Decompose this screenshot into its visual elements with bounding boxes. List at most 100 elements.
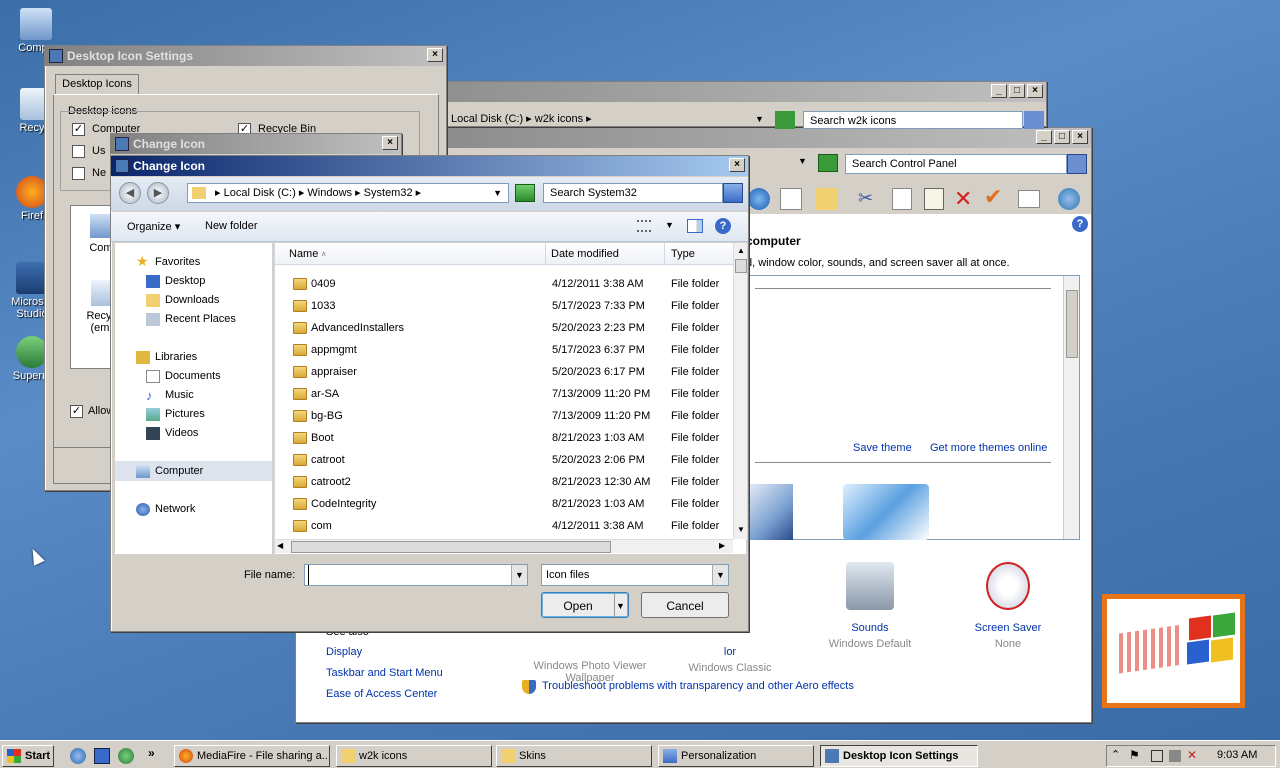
nav-documents[interactable]: Documents: [146, 367, 221, 386]
w2k-search-input[interactable]: Search w2k icons: [803, 111, 1023, 129]
nav-desktop[interactable]: Desktop: [146, 272, 205, 291]
cut-icon[interactable]: ✂: [858, 188, 880, 210]
change-icon-small-titlebar[interactable]: Change Icon ×: [111, 134, 401, 154]
file-row[interactable]: catroot2 8/21/2023 12:30 AM File folder: [275, 471, 733, 493]
theme-thumbnail-1[interactable]: [747, 484, 793, 540]
system32-search-input[interactable]: Search System32: [543, 183, 723, 203]
quicklaunch-ie-icon[interactable]: [70, 748, 86, 764]
file-row[interactable]: ar-SA 7/13/2009 11:20 PM File folder: [275, 383, 733, 405]
file-row[interactable]: com 4/12/2011 3:38 AM File folder: [275, 515, 733, 537]
address-dropdown-icon[interactable]: ▼: [798, 156, 807, 166]
see-also-ease-of-access[interactable]: Ease of Access Center: [326, 688, 437, 700]
delete-icon[interactable]: ✕: [954, 186, 972, 212]
nav-videos[interactable]: Videos: [146, 424, 198, 443]
checkmark-icon[interactable]: ✔: [984, 184, 1002, 210]
clock[interactable]: 9:03 AM: [1217, 749, 1257, 761]
folder-check-icon[interactable]: [816, 188, 838, 210]
control-panel-search-input[interactable]: Search Control Panel: [845, 154, 1067, 174]
column-name[interactable]: Name ˄: [275, 243, 546, 265]
help-icon[interactable]: ?: [715, 218, 731, 234]
sounds-item[interactable]: Sounds Windows Default: [820, 562, 920, 650]
address-dropdown-icon[interactable]: ▼: [755, 114, 764, 124]
filetype-select[interactable]: Icon files ▼: [541, 564, 729, 586]
forward-button[interactable]: ▶: [147, 182, 169, 204]
quicklaunch-desktop-icon[interactable]: [94, 748, 110, 764]
refresh-icon[interactable]: [515, 184, 535, 202]
nav-downloads[interactable]: Downloads: [146, 291, 219, 310]
screen-saver-item[interactable]: Screen Saver None: [958, 562, 1058, 650]
address-bar[interactable]: ▸ Local Disk (C:) ▸ Windows ▸ System32 ▸…: [187, 183, 509, 203]
new-folder-button[interactable]: New folder: [205, 220, 258, 232]
see-also-display[interactable]: Display: [326, 646, 362, 658]
file-row[interactable]: 0409 4/12/2011 3:38 AM File folder: [275, 273, 733, 295]
tray-expand-icon[interactable]: ⌃: [1111, 748, 1120, 761]
organize-button[interactable]: Organize ▾: [127, 220, 180, 233]
search-icon[interactable]: [723, 183, 743, 203]
allow-themes-checkbox[interactable]: ✓: [70, 405, 83, 418]
file-row[interactable]: bg-BG 7/13/2009 11:20 PM File folder: [275, 405, 733, 427]
close-button[interactable]: ×: [729, 158, 745, 172]
file-row[interactable]: catroot 5/20/2023 2:06 PM File folder: [275, 449, 733, 471]
close-button[interactable]: ×: [382, 136, 398, 150]
panel-icon[interactable]: [780, 188, 802, 210]
nav-network[interactable]: Network: [136, 500, 195, 519]
file-row[interactable]: 1033 5/17/2023 7:33 PM File folder: [275, 295, 733, 317]
minimize-button[interactable]: _: [991, 84, 1007, 98]
globe-icon[interactable]: [1058, 188, 1080, 210]
theme-thumbnail-2[interactable]: [843, 484, 929, 540]
help-icon[interactable]: ?: [1072, 216, 1088, 232]
more-themes-link[interactable]: Get more themes online: [930, 442, 1047, 454]
file-row[interactable]: Boot 8/21/2023 1:03 AM File folder: [275, 427, 733, 449]
start-button[interactable]: Start: [2, 745, 54, 767]
cancel-button[interactable]: Cancel: [641, 592, 729, 618]
task-w2k-icons[interactable]: w2k icons: [336, 745, 492, 767]
task-skins[interactable]: Skins: [496, 745, 652, 767]
checkbox-user[interactable]: [72, 145, 85, 158]
back-button[interactable]: ◀: [119, 182, 141, 204]
nav-pictures[interactable]: Pictures: [146, 405, 205, 424]
search-icon[interactable]: [1024, 111, 1044, 129]
minimize-button[interactable]: _: [1036, 130, 1052, 144]
up-icon[interactable]: [748, 188, 770, 210]
nav-recent-places[interactable]: Recent Places: [146, 310, 236, 329]
refresh-icon[interactable]: [775, 111, 795, 129]
display-icon[interactable]: [1151, 750, 1163, 762]
column-date[interactable]: Date modified: [547, 243, 665, 265]
quicklaunch-media-icon[interactable]: [118, 748, 134, 764]
task-mediafire[interactable]: MediaFire - File sharing a...: [174, 745, 330, 767]
theme-scrollbar[interactable]: [1063, 276, 1079, 539]
copy-icon[interactable]: [892, 188, 912, 210]
view-options-icon[interactable]: [637, 220, 651, 232]
filename-input[interactable]: ▼: [304, 564, 528, 586]
quicklaunch-more-icon[interactable]: »: [148, 746, 155, 760]
troubleshoot-link[interactable]: Troubleshoot problems with transparency …: [542, 680, 854, 692]
filetype-dropdown-icon[interactable]: ▼: [712, 565, 728, 585]
nav-libraries[interactable]: Libraries: [136, 348, 197, 367]
open-button[interactable]: Open ▼: [541, 592, 629, 619]
close-button[interactable]: ×: [1072, 130, 1088, 144]
w2k-breadcrumb[interactable]: Local Disk (C:) ▸ w2k icons ▸: [451, 112, 592, 125]
nav-music[interactable]: ♪ Music: [146, 386, 194, 405]
theme-list[interactable]: Save theme Get more themes online: [746, 275, 1080, 540]
tab-desktop-icons[interactable]: Desktop Icons: [55, 74, 139, 94]
refresh-icon[interactable]: [818, 154, 838, 172]
preview-pane-icon[interactable]: [687, 219, 703, 233]
task-desktop-icon-settings[interactable]: Desktop Icon Settings: [820, 745, 978, 767]
column-type[interactable]: Type: [666, 243, 733, 265]
volume-muted-icon[interactable]: ✕: [1187, 748, 1197, 762]
checkbox-computer[interactable]: ✓: [72, 123, 85, 136]
save-theme-link[interactable]: Save theme: [853, 442, 912, 454]
see-also-taskbar[interactable]: Taskbar and Start Menu: [326, 667, 443, 679]
file-row[interactable]: CodeIntegrity 8/21/2023 1:03 AM File folde…: [275, 493, 733, 515]
file-row[interactable]: appmgmt 5/17/2023 6:37 PM File folder: [275, 339, 733, 361]
close-button[interactable]: ×: [1027, 84, 1043, 98]
action-center-flag-icon[interactable]: ⚑: [1129, 748, 1140, 762]
file-row[interactable]: appraiser 5/20/2023 6:17 PM File folder: [275, 361, 733, 383]
change-icon-titlebar[interactable]: Change Icon ×: [111, 156, 748, 176]
paste-icon[interactable]: [924, 188, 944, 210]
open-dropdown-icon[interactable]: ▼: [614, 593, 626, 619]
nav-favorites[interactable]: ★ Favorites: [136, 253, 200, 272]
vertical-scrollbar[interactable]: ▲ ▼: [733, 243, 747, 539]
horizontal-scrollbar[interactable]: ◀ ▶: [275, 539, 733, 553]
nav-computer-selected[interactable]: Computer: [115, 461, 272, 481]
